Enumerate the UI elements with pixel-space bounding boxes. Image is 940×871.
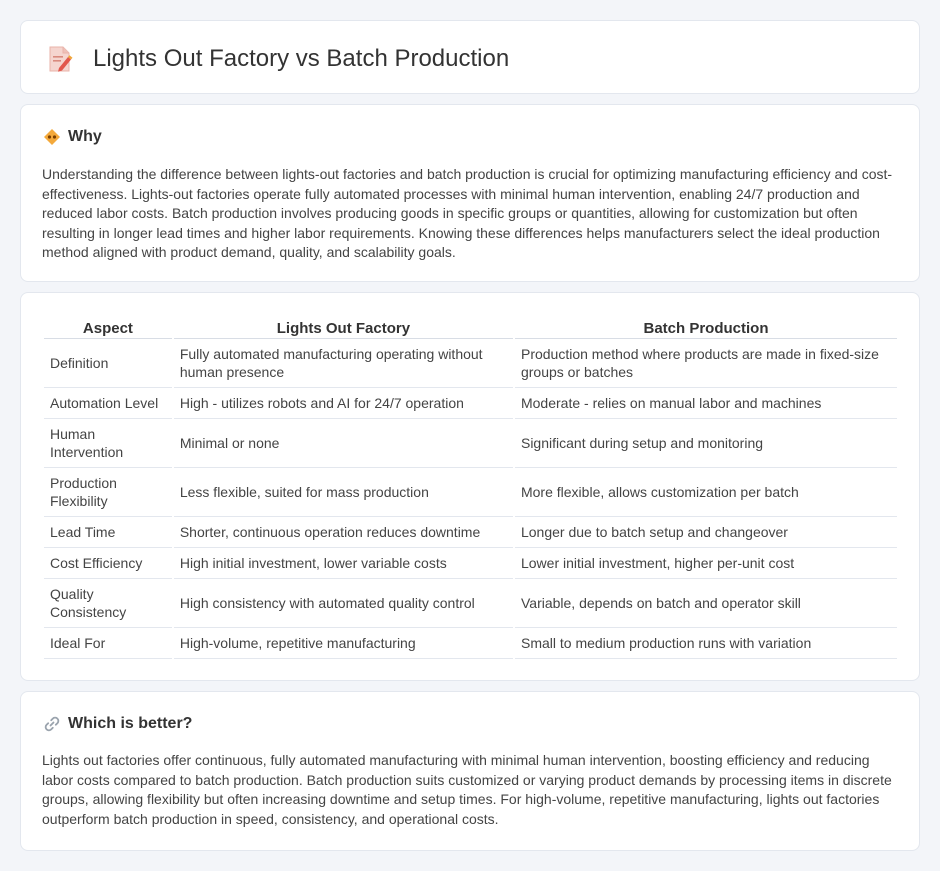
table-row: Human Intervention Minimal or none Signi… xyxy=(44,419,897,468)
which-is-better-section: Which is better? Lights out factories of… xyxy=(20,691,920,851)
header-lights-out: Lights Out Factory xyxy=(173,315,513,339)
cell-batch: Small to medium production runs with var… xyxy=(514,628,897,659)
cell-lights-out: High consistency with automated quality … xyxy=(173,579,513,628)
header-batch: Batch Production xyxy=(514,315,897,339)
cell-aspect: Quality Consistency xyxy=(44,579,172,628)
why-title: Why xyxy=(68,128,102,145)
cell-aspect: Human Intervention xyxy=(44,419,172,468)
table-row: Quality Consistency High consistency wit… xyxy=(44,579,897,628)
cell-aspect: Production Flexibility xyxy=(44,468,172,517)
cell-aspect: Ideal For xyxy=(44,628,172,659)
page-title: Lights Out Factory vs Batch Production xyxy=(93,45,510,72)
better-text: Lights out factories offer continuous, f… xyxy=(42,752,892,827)
table-row: Lead Time Shorter, continuous operation … xyxy=(44,517,897,548)
cell-batch: Significant during setup and monitoring xyxy=(514,419,897,468)
cell-aspect: Definition xyxy=(44,339,172,388)
cell-aspect: Automation Level xyxy=(44,388,172,419)
table-row: Production Flexibility Less flexible, su… xyxy=(44,468,897,517)
cell-lights-out: Less flexible, suited for mass productio… xyxy=(173,468,513,517)
cell-lights-out: Shorter, continuous operation reduces do… xyxy=(173,517,513,548)
cell-aspect: Cost Efficiency xyxy=(44,548,172,579)
why-diamond-icon xyxy=(44,129,60,145)
cell-lights-out: Fully automated manufacturing operating … xyxy=(173,339,513,388)
table-row: Ideal For High-volume, repetitive manufa… xyxy=(44,628,897,659)
table-row: Automation Level High - utilizes robots … xyxy=(44,388,897,419)
cell-batch: Lower initial investment, higher per-uni… xyxy=(514,548,897,579)
cell-batch: Longer due to batch setup and changeover xyxy=(514,517,897,548)
why-section: Why Understanding the difference between… xyxy=(20,104,920,282)
link-icon xyxy=(44,716,60,732)
header-aspect: Aspect xyxy=(44,315,172,339)
cell-lights-out: High-volume, repetitive manufacturing xyxy=(173,628,513,659)
why-text: Understanding the difference between lig… xyxy=(42,166,893,260)
document-pencil-icon xyxy=(49,46,73,72)
cell-lights-out: High - utilizes robots and AI for 24/7 o… xyxy=(173,388,513,419)
comparison-table: Aspect Lights Out Factory Batch Producti… xyxy=(42,315,899,659)
cell-batch: More flexible, allows customization per … xyxy=(514,468,897,517)
cell-batch: Production method where products are mad… xyxy=(514,339,897,388)
cell-batch: Moderate - relies on manual labor and ma… xyxy=(514,388,897,419)
better-title: Which is better? xyxy=(68,715,193,732)
cell-lights-out: High initial investment, lower variable … xyxy=(173,548,513,579)
table-header-row: Aspect Lights Out Factory Batch Producti… xyxy=(44,315,897,339)
header-card: Lights Out Factory vs Batch Production xyxy=(20,20,920,94)
table-row: Definition Fully automated manufacturing… xyxy=(44,339,897,388)
table-row: Cost Efficiency High initial investment,… xyxy=(44,548,897,579)
cell-batch: Variable, depends on batch and operator … xyxy=(514,579,897,628)
comparison-table-card: Aspect Lights Out Factory Batch Producti… xyxy=(20,292,920,681)
cell-aspect: Lead Time xyxy=(44,517,172,548)
cell-lights-out: Minimal or none xyxy=(173,419,513,468)
